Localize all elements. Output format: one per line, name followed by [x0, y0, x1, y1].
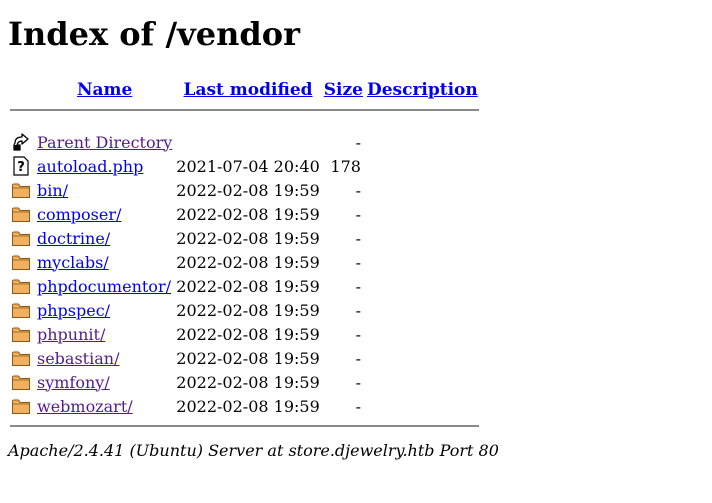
folder-icon: [11, 324, 31, 344]
folder-icon: [11, 396, 31, 416]
table-row: phpunit/ 2022-02-08 19:59 -: [10, 323, 479, 345]
sort-by-size-link[interactable]: Size: [324, 80, 363, 100]
table-row: webmozart/ 2022-02-08 19:59 -: [10, 395, 479, 417]
entry-description: [366, 395, 479, 417]
entry-size: -: [355, 372, 361, 392]
entry-description: [366, 347, 479, 369]
header-size: Size: [323, 79, 364, 101]
entry-size: -: [355, 300, 361, 320]
footer-rule-row: [10, 419, 479, 433]
table-row: sebastian/ 2022-02-08 19:59 -: [10, 347, 479, 369]
entry-size: -: [355, 180, 361, 200]
entry-link[interactable]: bin/: [37, 181, 68, 200]
entry-date: 2022-02-08 19:59: [176, 372, 320, 392]
folder-icon: [11, 204, 31, 224]
entry-size: 178: [330, 156, 361, 176]
entry-link[interactable]: doctrine/: [37, 229, 110, 248]
entry-link[interactable]: phpdocumentor/: [37, 277, 171, 296]
entry-link[interactable]: symfony/: [37, 373, 110, 392]
server-signature: Apache/2.4.41 (Ubuntu) Server at store.d…: [8, 441, 499, 460]
table-row: bin/ 2022-02-08 19:59 -: [10, 179, 479, 201]
folder-icon: [11, 300, 31, 320]
header-last-modified: Last modified: [175, 79, 320, 101]
sort-by-date-link[interactable]: Last modified: [184, 80, 313, 100]
header-row: Name Last modified Size Description: [10, 79, 479, 101]
table-row: phpdocumentor/ 2022-02-08 19:59 -: [10, 275, 479, 297]
entry-date: 2021-07-04 20:40: [176, 156, 320, 176]
sort-by-description-link[interactable]: Description: [367, 80, 478, 100]
table-row: phpspec/ 2022-02-08 19:59 -: [10, 299, 479, 321]
folder-icon: [11, 348, 31, 368]
entry-date: 2022-02-08 19:59: [176, 348, 320, 368]
entry-description: [366, 179, 479, 201]
entry-size: -: [355, 204, 361, 224]
entry-size: -: [355, 324, 361, 344]
entry-size: -: [355, 348, 361, 368]
entry-size: -: [355, 276, 361, 296]
folder-icon: [11, 252, 31, 272]
entry-link[interactable]: myclabs/: [37, 253, 109, 272]
entry-date: 2022-02-08 19:59: [176, 300, 320, 320]
entry-description: [366, 371, 479, 393]
entry-date: 2022-02-08 19:59: [176, 396, 320, 416]
entry-description: [366, 203, 479, 225]
entry-link[interactable]: sebastian/: [37, 349, 119, 368]
entry-size: -: [355, 396, 361, 416]
entry-link[interactable]: phpunit/: [37, 325, 105, 344]
table-row: ? autoload.php 2021-07-04 20:40 178: [10, 155, 479, 177]
folder-icon: [11, 228, 31, 248]
divider: [10, 109, 479, 111]
entry-link[interactable]: webmozart/: [37, 397, 133, 416]
header-name: Name: [36, 79, 173, 101]
entry-description: [366, 275, 479, 297]
parent-directory-link[interactable]: Parent Directory: [37, 133, 172, 152]
table-row: composer/ 2022-02-08 19:59 -: [10, 203, 479, 225]
entry-description: [366, 251, 479, 273]
divider: [10, 425, 479, 427]
entry-link[interactable]: phpspec/: [37, 301, 110, 320]
listing-table: Name Last modified Size Description Pare…: [8, 77, 481, 435]
folder-icon: [11, 276, 31, 296]
unknown-file-icon: ?: [11, 156, 31, 176]
table-row: symfony/ 2022-02-08 19:59 -: [10, 371, 479, 393]
entry-link[interactable]: composer/: [37, 205, 121, 224]
table-row: doctrine/ 2022-02-08 19:59 -: [10, 227, 479, 249]
entry-size: -: [355, 228, 361, 248]
entry-date: 2022-02-08 19:59: [176, 180, 320, 200]
entry-date: 2022-02-08 19:59: [176, 252, 320, 272]
sort-by-name-link[interactable]: Name: [77, 80, 132, 100]
entry-date: 2022-02-08 19:59: [176, 204, 320, 224]
entry-description: [366, 155, 479, 177]
entry-description: [366, 227, 479, 249]
header-rule-row: [10, 103, 479, 117]
header-icon-cell: [10, 79, 34, 101]
entry-date: 2022-02-08 19:59: [176, 324, 320, 344]
folder-icon: [11, 372, 31, 392]
entry-description: [366, 323, 479, 345]
table-row: myclabs/ 2022-02-08 19:59 -: [10, 251, 479, 273]
entry-date: 2022-02-08 19:59: [176, 276, 320, 296]
listing-body: Parent Directory - ? autoload.php 2021-0…: [10, 131, 479, 417]
entry-date: 2022-02-08 19:59: [176, 228, 320, 248]
parent-size: -: [355, 132, 361, 152]
page-title: Index of /vendor: [8, 15, 300, 53]
parent-directory-row: Parent Directory -: [10, 131, 479, 153]
folder-icon: [11, 180, 31, 200]
entry-size: -: [355, 252, 361, 272]
svg-text:?: ?: [17, 160, 25, 175]
header-description: Description: [366, 79, 479, 101]
entry-description: [366, 299, 479, 321]
back-arrow-icon: [11, 132, 31, 152]
directory-index-page: Index of /vendor Name Last modified Size…: [0, 0, 712, 460]
entry-link[interactable]: autoload.php: [37, 157, 143, 176]
